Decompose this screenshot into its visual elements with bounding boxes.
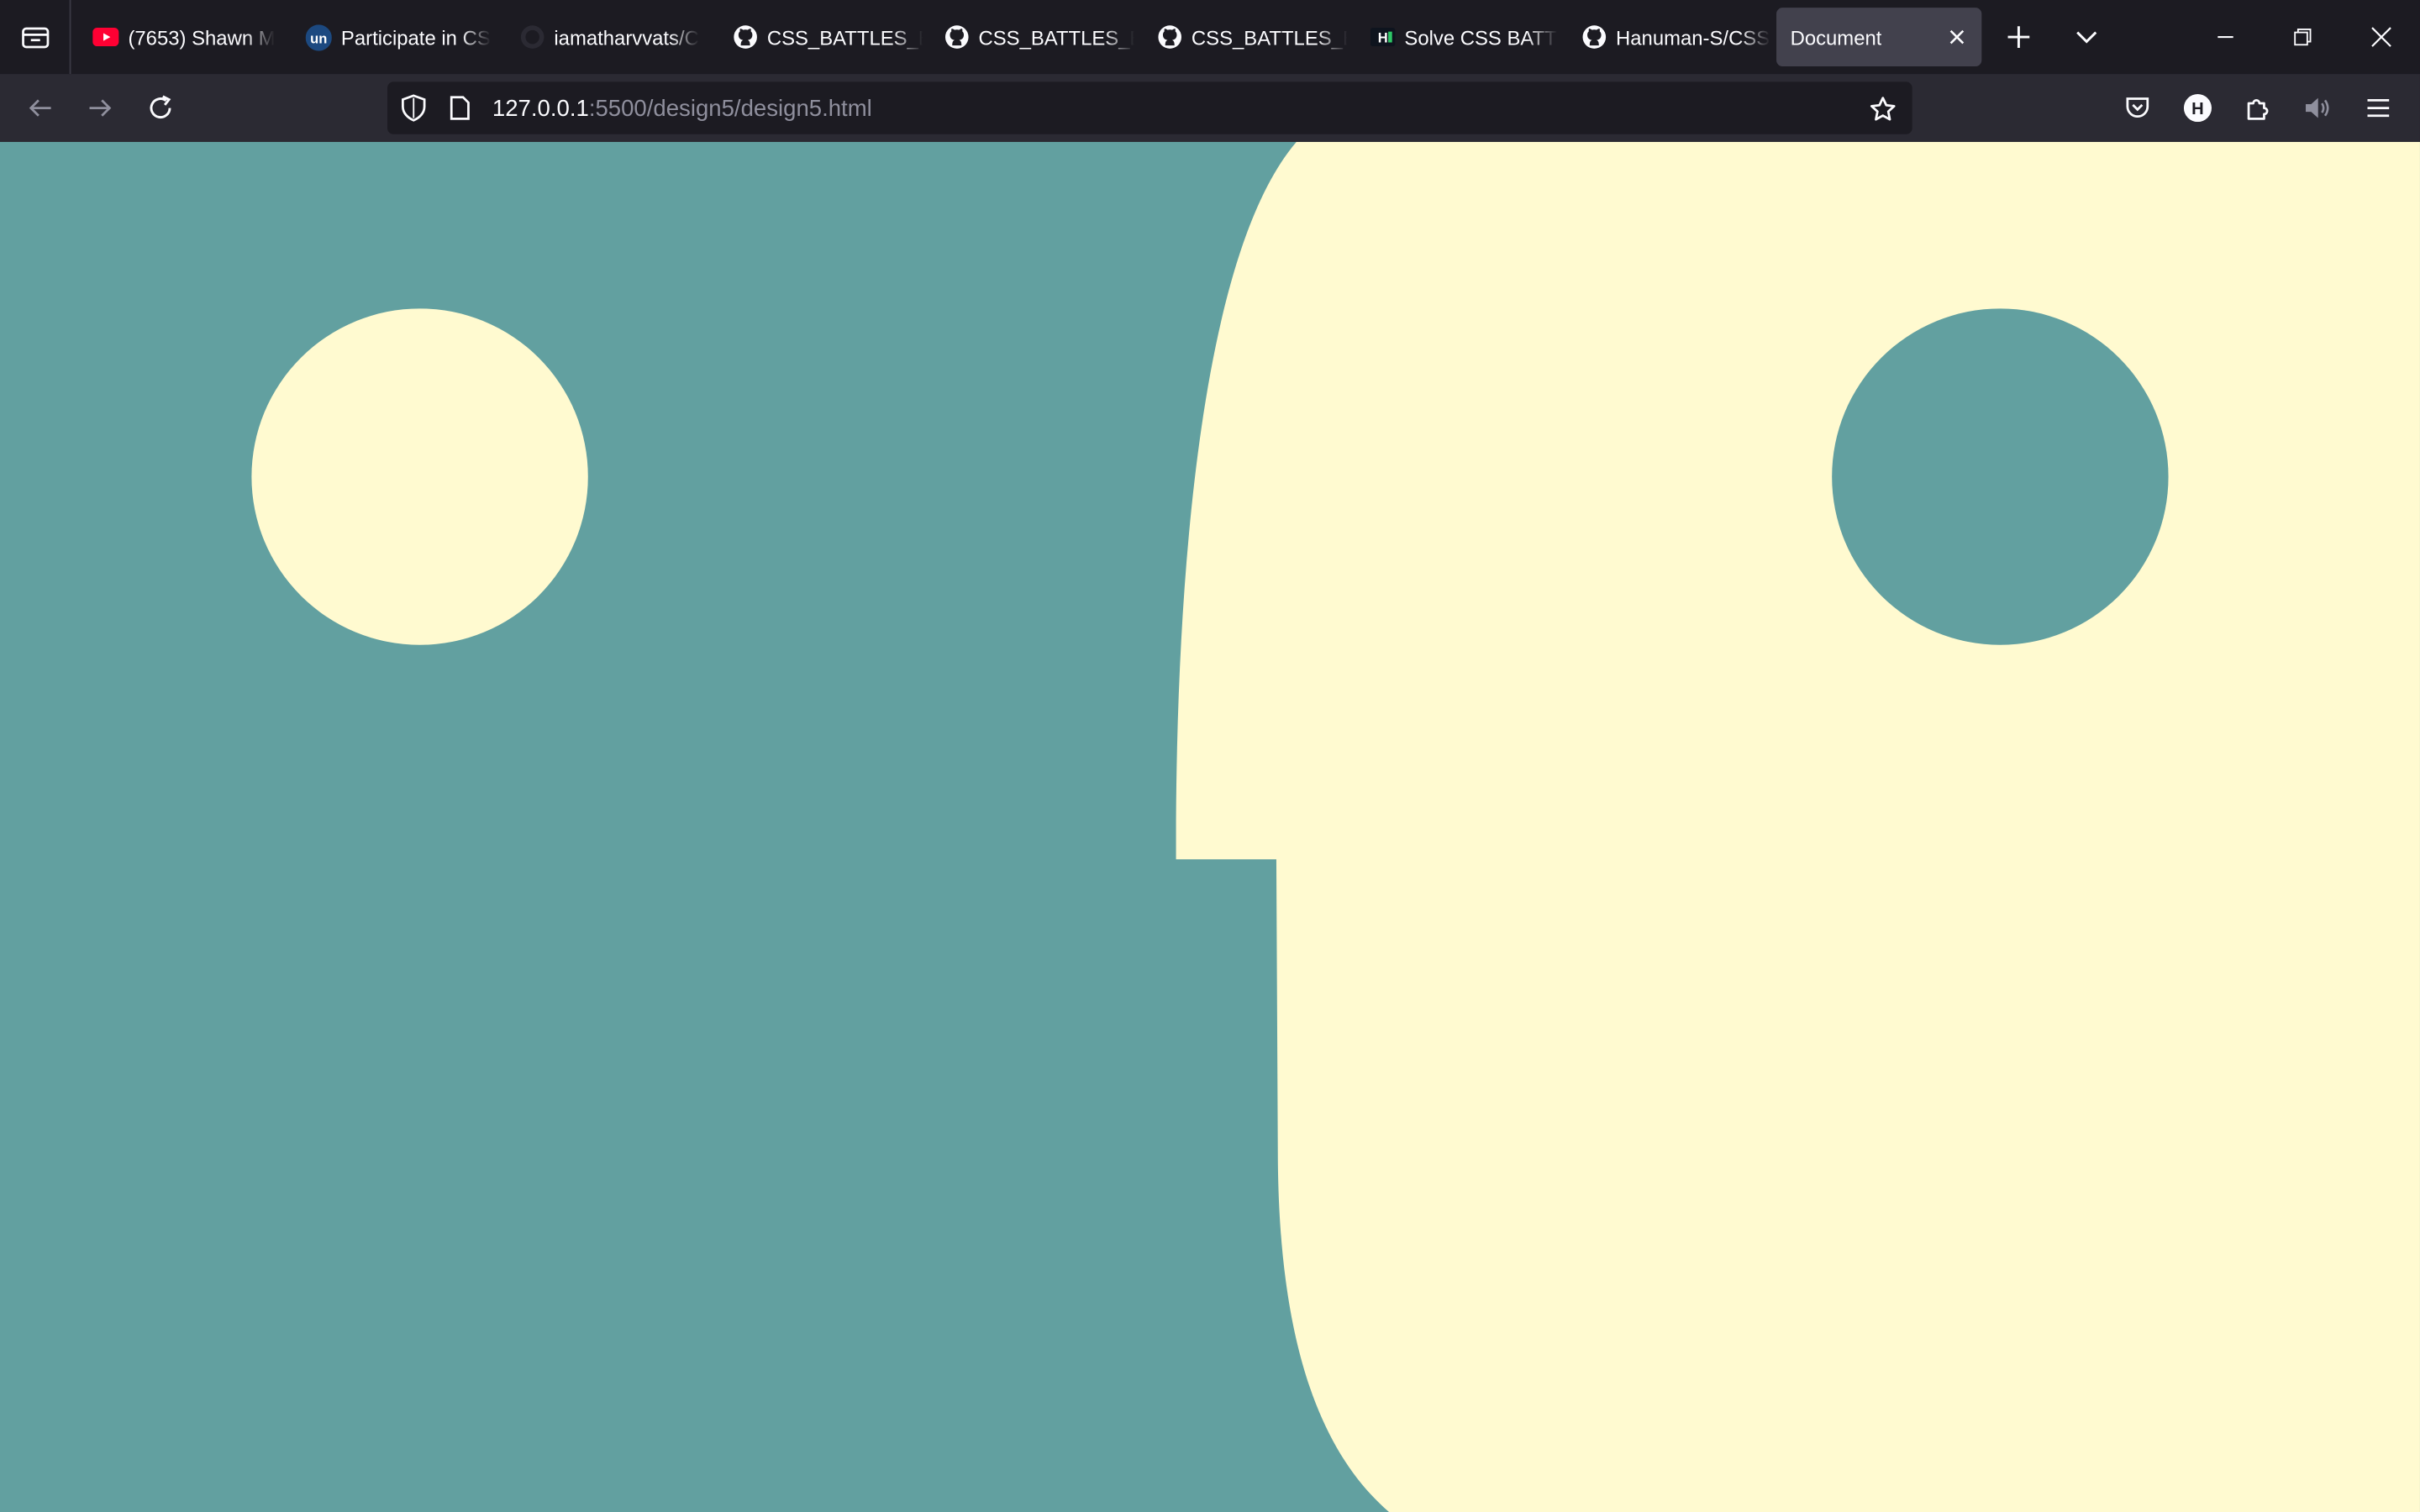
- pocket-icon: [2126, 97, 2149, 118]
- tab-hanuman-css[interactable]: Hanuman-S/CSS: [1565, 8, 1771, 66]
- navigation-toolbar: 127.0.0.1:5500/design5/design5.html H: [0, 74, 2420, 142]
- reload-icon: [150, 95, 171, 118]
- back-button[interactable]: [15, 83, 65, 133]
- tab-strip: (7653) Shawn M un Participate in CS iama…: [0, 0, 2420, 75]
- shield-icon: [402, 94, 426, 122]
- tab-label: CSS_BATTLES_B: [978, 25, 1134, 49]
- extensions-button[interactable]: [2235, 85, 2281, 131]
- svg-text:H: H: [1377, 30, 1387, 46]
- star-icon: [1870, 97, 1896, 121]
- forward-button[interactable]: [76, 83, 125, 133]
- tab-label: CSS_BATTLES_B: [766, 25, 923, 49]
- tab-github-repo[interactable]: iamatharvvats/C: [503, 8, 710, 66]
- tab-document-active[interactable]: Document: [1776, 8, 1982, 66]
- github-icon: [943, 24, 969, 50]
- close-window-button[interactable]: [2343, 0, 2420, 74]
- h-badge-icon: H: [2183, 94, 2212, 123]
- tab-audio-button[interactable]: [2295, 85, 2341, 131]
- svg-text:un: un: [310, 30, 327, 46]
- close-icon: [1949, 29, 1965, 45]
- tab-css-battles-3[interactable]: CSS_BATTLES_B: [1140, 8, 1347, 66]
- close-tab-button[interactable]: [1944, 24, 1969, 49]
- tab-css-battles-2[interactable]: CSS_BATTLES_B: [928, 8, 1134, 66]
- puzzle-icon: [2247, 99, 2269, 120]
- close-icon: [2371, 27, 2391, 47]
- tracking-protection-button[interactable]: [398, 92, 429, 123]
- firefox-view-icon: [21, 27, 49, 49]
- github-icon: [518, 24, 544, 50]
- url-path: :5500/design5/design5.html: [588, 95, 872, 123]
- url-host: 127.0.0.1: [492, 95, 589, 123]
- firefox-view-button[interactable]: [0, 0, 71, 75]
- minimize-icon: [2217, 35, 2233, 39]
- tab-label: (7653) Shawn M: [128, 25, 276, 49]
- youtube-icon: [92, 24, 119, 50]
- tab-youtube[interactable]: (7653) Shawn M: [77, 8, 284, 66]
- minimize-button[interactable]: [2188, 0, 2262, 74]
- teal-circle-eye: [1832, 308, 2169, 645]
- forward-arrow-icon: [89, 99, 112, 117]
- tab-hackerrank[interactable]: H Solve CSS BATT: [1354, 8, 1560, 66]
- design-canvas: [0, 141, 2420, 1512]
- pocket-button[interactable]: [2114, 85, 2160, 131]
- url-text[interactable]: 127.0.0.1:5500/design5/design5.html: [492, 96, 872, 122]
- github-icon: [1581, 24, 1607, 50]
- tab-label: Solve CSS BATT: [1404, 25, 1557, 49]
- bookmark-button[interactable]: [1866, 92, 1900, 126]
- github-icon: [732, 24, 758, 50]
- tab-label: Document: [1790, 25, 1882, 49]
- chevron-down-icon: [2076, 31, 2097, 44]
- speaker-icon: [2306, 97, 2329, 118]
- account-extension-button[interactable]: H: [2175, 85, 2221, 131]
- plus-icon: [2007, 26, 2030, 48]
- list-all-tabs-button[interactable]: [2065, 15, 2108, 58]
- tab-label: CSS_BATTLES_B: [1191, 25, 1348, 49]
- svg-text:H: H: [2191, 100, 2204, 118]
- reload-button[interactable]: [136, 83, 186, 133]
- site-info-button[interactable]: [445, 92, 476, 123]
- tab-css-battles-1[interactable]: CSS_BATTLES_B: [716, 8, 923, 66]
- tab-label: Participate in CS: [340, 25, 491, 49]
- tab-label: Hanuman-S/CSS: [1616, 25, 1770, 49]
- tab-unstop[interactable]: un Participate in CS: [290, 8, 497, 66]
- restore-button[interactable]: [2265, 0, 2339, 74]
- hackerrank-icon: H: [1369, 24, 1395, 50]
- tab-label: iamatharvvats/C: [554, 25, 699, 49]
- cream-face-shape: [1176, 141, 2420, 1512]
- github-icon: [1156, 24, 1182, 50]
- cream-circle-eye: [251, 308, 588, 645]
- new-tab-button[interactable]: [1997, 15, 2040, 58]
- address-bar[interactable]: 127.0.0.1:5500/design5/design5.html: [387, 81, 1912, 134]
- hamburger-menu-icon: [2367, 99, 2390, 118]
- page-content: [0, 141, 2420, 1512]
- restore-icon: [2294, 28, 2312, 46]
- back-arrow-icon: [29, 99, 51, 117]
- page-icon: [450, 96, 470, 120]
- app-menu-button[interactable]: [2355, 85, 2402, 131]
- unstop-icon: un: [305, 24, 332, 50]
